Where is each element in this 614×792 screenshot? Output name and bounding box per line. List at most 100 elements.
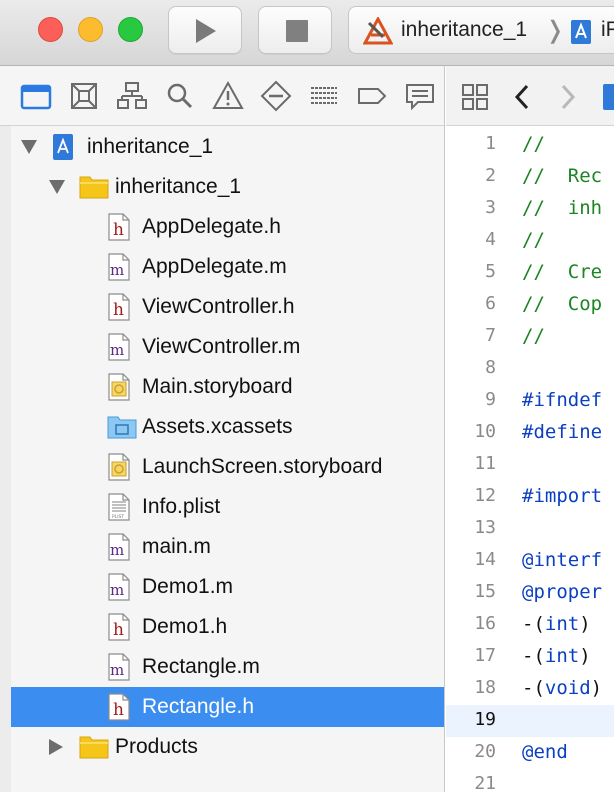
code-line[interactable]: 14 @interf [446, 545, 614, 577]
code-line[interactable]: 13 [446, 513, 614, 545]
code-token: #import [522, 485, 603, 507]
code-line[interactable]: 3 // inh [446, 193, 614, 225]
disclosure-closed-icon[interactable] [49, 739, 63, 755]
file-row[interactable]: LaunchScreen.storyboard [11, 447, 444, 487]
line-number: 12 [474, 485, 496, 506]
code-line[interactable]: 12 #import [446, 481, 614, 513]
file-row[interactable]: h Demo1.h [11, 607, 444, 647]
code-text: // [522, 229, 545, 251]
code-text: @end [522, 741, 568, 763]
source-editor[interactable]: 1 // 2 // Rec 3 // inh 4 // 5 // Cre 6 // Cop 7 // 8 9 #… [446, 66, 614, 792]
code-line[interactable]: 9 #ifndef [446, 385, 614, 417]
code-text: // Cop [522, 293, 602, 315]
related-items-icon[interactable] [460, 82, 490, 112]
file-name: main.m [142, 535, 211, 558]
code-line[interactable]: 8 [446, 353, 614, 385]
file-row[interactable]: m AppDelegate.m [11, 247, 444, 287]
header-file-icon: h [107, 293, 137, 321]
code-line[interactable]: 2 // Rec [446, 161, 614, 193]
code-text: // [522, 325, 545, 347]
file-row[interactable]: PLIST Info.plist [11, 487, 444, 527]
scheme-selector[interactable]: inheritance_1 ❭ iP [348, 6, 614, 54]
file-row[interactable]: m Demo1.m [11, 567, 444, 607]
line-number: 19 [474, 709, 496, 730]
source-control-icon[interactable] [68, 80, 100, 112]
minimize-window-button[interactable] [78, 17, 103, 42]
line-number: 18 [474, 677, 496, 698]
disclosure-open-icon[interactable] [49, 180, 65, 194]
run-button[interactable] [168, 6, 242, 54]
back-chevron-icon[interactable] [512, 82, 532, 112]
folder-icon[interactable] [20, 80, 52, 112]
code-line[interactable]: 11 [446, 449, 614, 481]
code-line[interactable]: 17 -(int) [446, 641, 614, 673]
line-number: 17 [474, 645, 496, 666]
file-name: LaunchScreen.storyboard [142, 455, 383, 478]
implementation-file-icon: m [107, 253, 137, 281]
stop-button[interactable] [258, 6, 332, 54]
project-file-icon[interactable] [602, 82, 614, 112]
toolbar: inheritance_1 ❭ iP [0, 0, 614, 66]
scheme-device-label: iP [601, 18, 614, 41]
code-token: -( [522, 613, 545, 635]
code-line[interactable]: 10 #define [446, 417, 614, 449]
code-line[interactable]: 18 -(void) [446, 673, 614, 705]
file-row[interactable]: h Rectangle.h [11, 687, 444, 727]
code-line[interactable]: 7 // [446, 321, 614, 353]
file-row[interactable]: m Rectangle.m [11, 647, 444, 687]
svg-text:m: m [110, 261, 124, 279]
code-text: // Rec [522, 165, 602, 187]
code-token: ) [579, 613, 591, 635]
line-number: 21 [474, 773, 496, 792]
code-line[interactable]: 20 @end [446, 737, 614, 769]
zoom-window-button[interactable] [118, 17, 143, 42]
code-line[interactable]: 4 // [446, 225, 614, 257]
search-icon[interactable] [164, 80, 196, 112]
close-window-button[interactable] [38, 17, 63, 42]
code-text: @proper [522, 581, 602, 603]
forward-chevron-icon[interactable] [558, 82, 578, 112]
file-row[interactable]: m main.m [11, 527, 444, 567]
header-file-icon: h [107, 693, 137, 721]
line-number: 10 [474, 421, 496, 442]
code-line[interactable]: 19 [446, 705, 614, 737]
file-row[interactable]: h AppDelegate.h [11, 207, 444, 247]
hierarchy-icon[interactable] [116, 80, 148, 112]
project-row[interactable]: inheritance_1 [11, 127, 444, 167]
code-text: // inh [522, 197, 602, 219]
file-row[interactable]: Main.storyboard [11, 367, 444, 407]
file-row[interactable]: m ViewController.m [11, 327, 444, 367]
line-number: 16 [474, 613, 496, 634]
file-row[interactable]: Assets.xcassets [11, 407, 444, 447]
code-line[interactable]: 16 -(int) [446, 609, 614, 641]
file-name: Info.plist [142, 495, 221, 518]
line-number: 5 [485, 261, 496, 282]
code-line[interactable]: 6 // Cop [446, 289, 614, 321]
file-name: Main.storyboard [142, 375, 293, 398]
line-number: 9 [485, 389, 496, 410]
code-line[interactable]: 15 @proper [446, 577, 614, 609]
warning-icon[interactable] [212, 80, 244, 112]
disclosure-open-icon[interactable] [21, 140, 37, 154]
line-number: 15 [474, 581, 496, 602]
svg-text:h: h [113, 220, 124, 240]
code-token: int [544, 645, 580, 667]
project-name: inheritance_1 [87, 135, 214, 158]
code-token: void [544, 677, 591, 699]
list-icon[interactable] [308, 80, 340, 112]
code-line[interactable]: 1 // [446, 129, 614, 161]
xcode-project-icon [51, 133, 81, 161]
breakpoint-icon[interactable] [356, 80, 388, 112]
group-row[interactable]: inheritance_1 [11, 167, 444, 207]
svg-text:m: m [110, 341, 124, 359]
svg-text:h: h [113, 620, 124, 640]
file-row[interactable]: h ViewController.h [11, 287, 444, 327]
code-text: // [522, 133, 545, 155]
scheme-target-label: inheritance_1 [401, 18, 528, 41]
code-line[interactable]: 21 [446, 769, 614, 792]
code-line[interactable]: 5 // Cre [446, 257, 614, 289]
code-text: #import [522, 485, 602, 507]
diamond-icon[interactable] [260, 80, 292, 112]
speech-bubble-icon[interactable] [404, 80, 436, 112]
products-row[interactable]: Products [11, 727, 444, 767]
